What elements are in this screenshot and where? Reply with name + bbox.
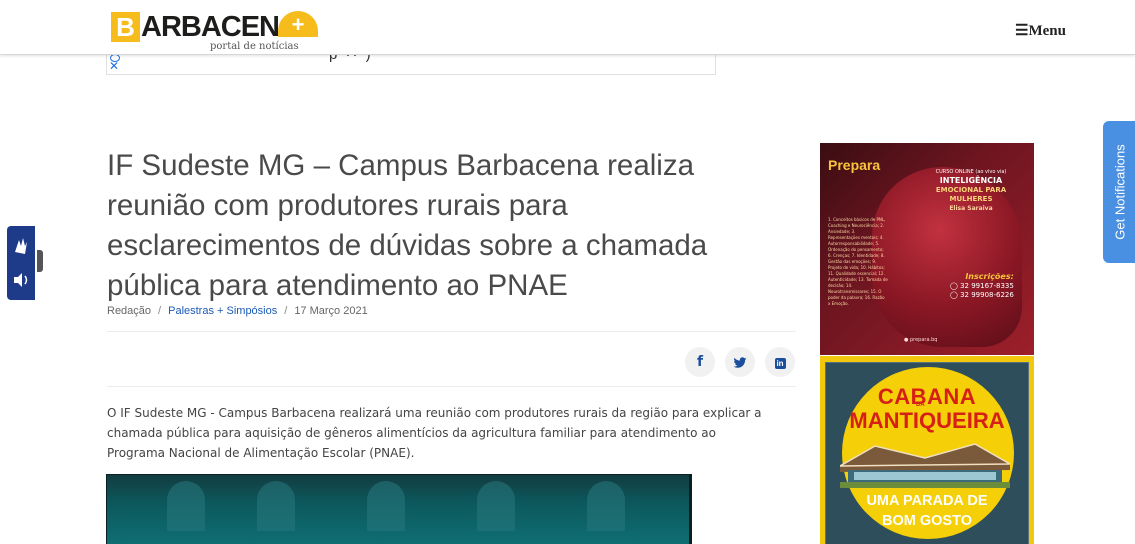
ad-slogan-line2: BOM GOSTO xyxy=(882,513,972,529)
sidebar-ad-prepara[interactable]: Prepara CURSO ONLINE (ao vivo via) INTEL… xyxy=(820,143,1034,355)
share-twitter-button[interactable] xyxy=(725,347,755,377)
ad-course-block: CURSO ONLINE (ao vivo via) INTELIGÊNCIA … xyxy=(918,169,1024,213)
ad-site: ● prepara.bq xyxy=(904,337,937,343)
article-author: Redação xyxy=(107,305,152,317)
ad-slogan: UMA PARADA DE BOM GOSTO xyxy=(820,491,1034,531)
ad-brand: Prepara xyxy=(828,157,881,173)
logo-letter: B xyxy=(111,12,140,42)
article-image xyxy=(106,474,692,544)
get-notifications-button[interactable]: Get Notifications xyxy=(1103,121,1135,263)
article-image-content xyxy=(107,475,689,544)
article-category-link[interactable]: Palestras + Simpósios xyxy=(168,305,277,317)
image-figure xyxy=(477,481,515,531)
ad-title-line2: MANTIQUEIRA xyxy=(849,408,1005,433)
whatsapp-icon: ◯ xyxy=(950,291,958,299)
article-meta: Redação / Palestras + Simpósios / 17 Março 2… xyxy=(107,305,368,317)
get-notifications-label: Get Notifications xyxy=(1112,144,1128,240)
site-logo[interactable]: B ARBACENA + portal de notícias xyxy=(108,7,320,53)
menu-button[interactable]: ☰Menu xyxy=(1015,21,1066,40)
ad-course-small: CURSO ONLINE (ao vivo via) xyxy=(935,169,1007,175)
sidebar-ad-cabana[interactable]: CABANA DA MANTIQUEIRA UMA PARADA DE BOM … xyxy=(820,356,1034,544)
restaurant-building-icon xyxy=(840,443,1010,488)
banner-ad[interactable]: ✕ p ·· ) xyxy=(106,46,716,75)
ad-slogan-line1: UMA PARADA DE xyxy=(866,493,988,509)
image-figure xyxy=(167,481,205,531)
logo-word: ARBACENA xyxy=(141,11,300,43)
ad-site-text: prepara.bq xyxy=(909,337,938,343)
ad-insc-label: Inscrições: xyxy=(965,272,1014,281)
ad-course-line1: INTELIGÊNCIA xyxy=(939,176,1003,185)
linkedin-icon: in xyxy=(774,357,786,369)
ad-title-line1: CABANA xyxy=(877,384,977,409)
facebook-icon: f xyxy=(696,354,704,370)
audio-speaker-icon xyxy=(14,273,28,287)
image-figure xyxy=(587,481,625,531)
ad-phone-1: 32 99167-8335 xyxy=(960,282,1014,290)
article-date: 17 Março 2021 xyxy=(294,305,368,317)
accessibility-widget[interactable] xyxy=(7,226,43,300)
divider xyxy=(107,331,796,332)
globe-icon: ● xyxy=(904,337,909,343)
twitter-icon xyxy=(733,357,747,369)
site-header: B ARBACENA + portal de notícias ☰Menu xyxy=(0,0,1135,55)
share-linkedin-button[interactable]: in xyxy=(765,347,795,377)
ad-instructor: Elisa Saraiva xyxy=(949,205,993,212)
article-title: IF Sudeste MG – Campus Barbacena realiza… xyxy=(107,149,708,302)
widget-grip[interactable] xyxy=(37,250,43,272)
meta-separator: / xyxy=(284,305,288,317)
image-figure xyxy=(257,481,295,531)
ad-phone-2: 32 99908-6226 xyxy=(960,291,1014,299)
article-body: O IF Sudeste MG - Campus Barbacena reali… xyxy=(107,406,762,460)
whatsapp-icon: ◯ xyxy=(950,282,958,290)
share-facebook-button[interactable]: f xyxy=(685,347,715,377)
image-figure xyxy=(367,481,405,531)
sign-language-icon xyxy=(15,238,27,254)
ad-course-line2: EMOCIONAL PARA xyxy=(935,186,1007,194)
ad-topics-list: 1. Conceitos básicos de PNL, Coaching e … xyxy=(828,217,888,306)
meta-separator: / xyxy=(158,305,162,317)
ad-course-line3: MULHERES xyxy=(949,195,993,203)
ad-inscriptions: Inscrições: ◯ 32 99167-8335 ◯ 32 99908-6… xyxy=(950,272,1014,300)
ad-close-icon[interactable]: ✕ xyxy=(109,59,119,73)
logo-plus: + xyxy=(278,11,318,37)
logo-tagline: portal de notícias xyxy=(210,41,299,52)
divider xyxy=(107,386,796,387)
